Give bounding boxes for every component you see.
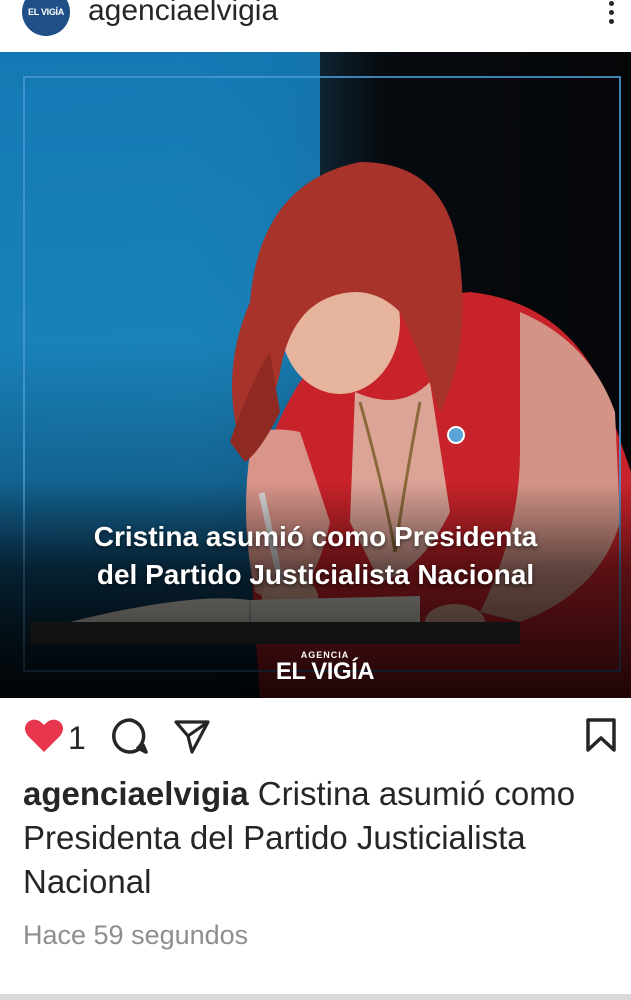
like-button[interactable]	[24, 718, 64, 759]
bookmark-icon	[586, 718, 616, 752]
headline-line-1: Cristina asumió como Presidenta	[93, 521, 538, 552]
post-username[interactable]: agenciaelvigia	[88, 0, 278, 28]
bottom-divider	[0, 994, 631, 1000]
more-options-button[interactable]	[596, 0, 626, 30]
image-headline: Cristina asumió como Presidenta del Part…	[0, 518, 631, 594]
post-caption: agenciaelvigia Cristina asumió como Pres…	[23, 772, 623, 904]
post-header: EL VIGÍA agenciaelvigia	[0, 0, 631, 52]
save-button[interactable]	[584, 716, 618, 761]
action-bar: 1	[0, 710, 631, 762]
instagram-post: EL VIGÍA agenciaelvigia Cristina asumió …	[0, 0, 631, 1000]
share-button[interactable]	[172, 716, 212, 761]
comment-icon	[112, 718, 148, 754]
post-timestamp: Hace 59 segundos	[23, 920, 249, 950]
agency-logo: AGENCIA EL VIGÍA	[270, 650, 380, 688]
heart-icon	[25, 719, 63, 752]
comment-button[interactable]	[110, 716, 150, 761]
headline-line-2: del Partido Justicialista Nacional	[96, 559, 535, 590]
caption-author[interactable]: agenciaelvigia	[23, 775, 249, 812]
logo-big-text: EL VIGÍA	[275, 658, 375, 685]
post-image[interactable]: Cristina asumió como Presidenta del Part…	[0, 52, 631, 698]
avatar[interactable]: EL VIGÍA	[22, 0, 70, 36]
more-vertical-icon	[608, 0, 614, 6]
avatar-label: EL VIGÍA	[28, 7, 64, 17]
send-icon	[174, 720, 210, 754]
like-count[interactable]: 1	[68, 720, 86, 757]
